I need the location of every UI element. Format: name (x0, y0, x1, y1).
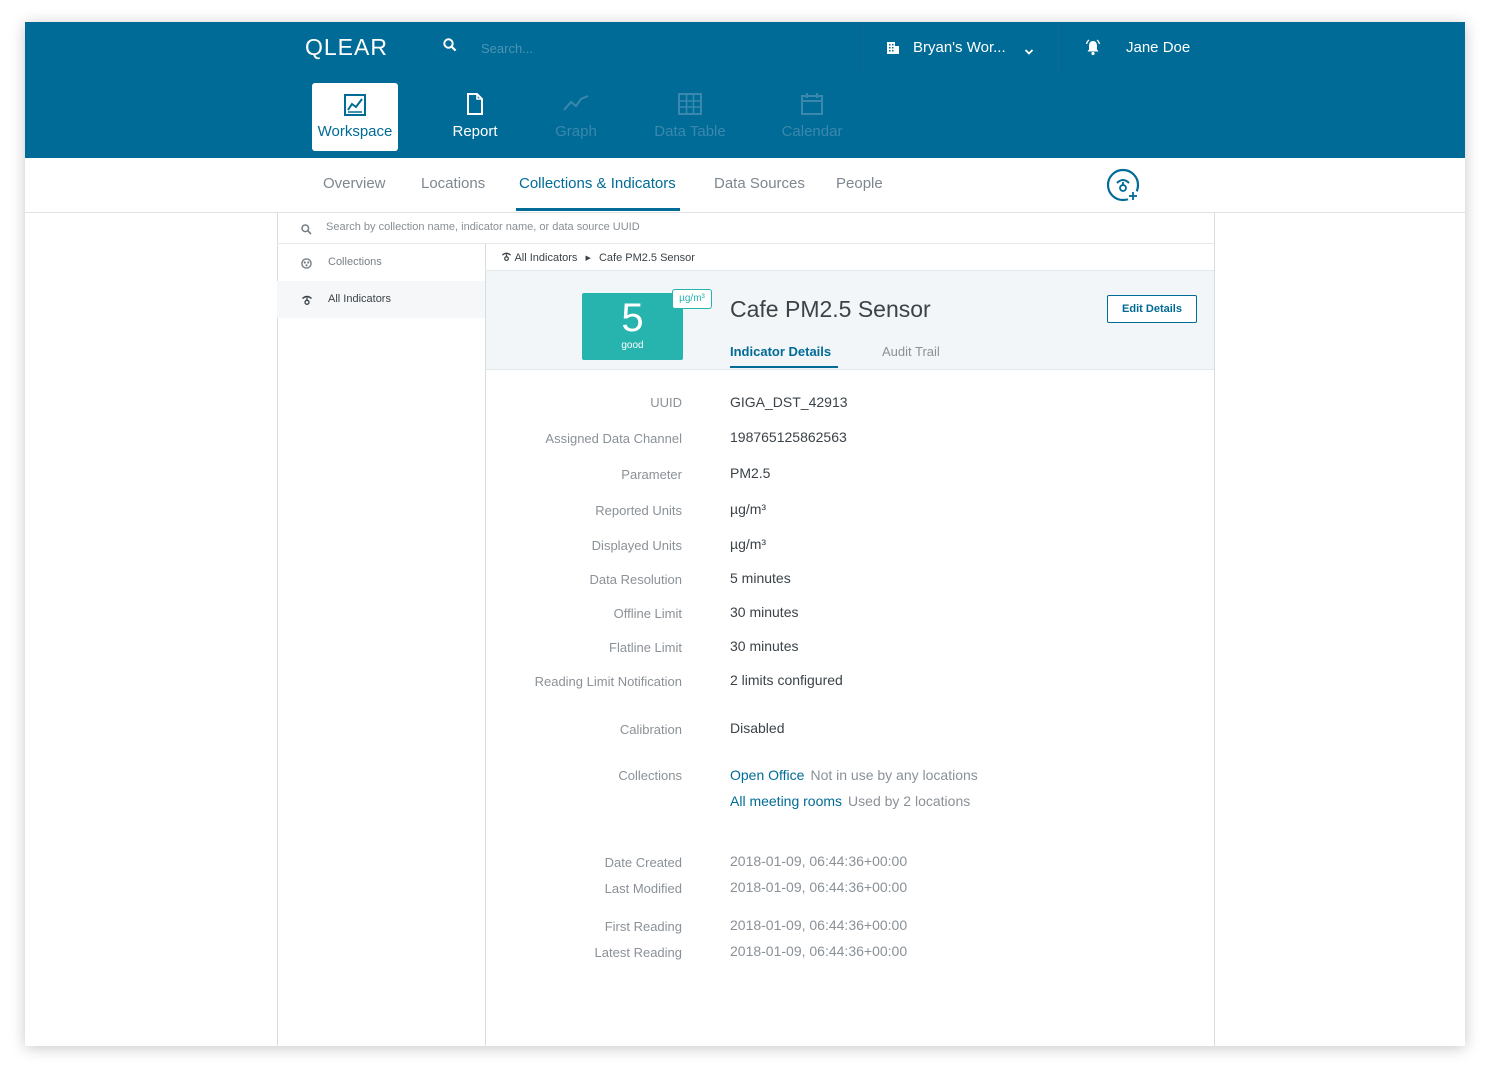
uuid-label: UUID (650, 395, 682, 410)
nav-graph-label: Graph (555, 123, 597, 140)
global-search-input[interactable]: Search... (481, 41, 533, 56)
data-table-icon (647, 93, 733, 117)
chevron-down-icon (1024, 43, 1034, 61)
nav-graph[interactable]: Graph (533, 83, 619, 151)
tab-collections-indicators[interactable]: Collections & Indicators (519, 175, 676, 192)
sidebar-item-label: All Indicators (328, 293, 391, 305)
sidebar-item-collections[interactable]: Collections (277, 244, 485, 281)
sidebar-item-label: Collections (328, 256, 382, 268)
calibration-value: Disabled (730, 720, 785, 736)
calibration-label: Calibration (619, 722, 682, 737)
parameter-label: Parameter (621, 467, 682, 482)
active-tab-underline (516, 208, 680, 211)
last-modified-label: Last Modified (604, 881, 682, 896)
tab-audit-trail[interactable]: Audit Trail (882, 344, 940, 359)
resolution-label: Data Resolution (589, 572, 683, 587)
sidebar-item-all-indicators[interactable]: All Indicators (277, 281, 485, 318)
channel-label: Assigned Data Channel (545, 431, 682, 446)
nav-workspace[interactable]: Workspace (312, 83, 398, 151)
page-title: Cafe PM2.5 Sensor (730, 296, 931, 322)
reading-limit-value: 2 limits configured (730, 672, 843, 688)
uuid-value: GIGA_DST_42913 (730, 394, 848, 410)
search-icon (301, 222, 312, 240)
collections-icon (301, 256, 312, 274)
indicator-status: good (621, 340, 644, 351)
content-border-right (1214, 212, 1215, 1046)
top-bar: QLEAR Search... Bryan's Wor... Jane Doe … (25, 22, 1465, 158)
indicator-value-tile: 5 good (582, 293, 683, 360)
workspace-icon (312, 93, 398, 117)
channel-value: 198765125862563 (730, 429, 847, 445)
app-window: QLEAR Search... Bryan's Wor... Jane Doe … (25, 22, 1465, 1046)
last-modified-value: 2018-01-09, 06:44:36+00:00 (730, 879, 908, 895)
tab-locations[interactable]: Locations (421, 175, 485, 192)
nav-calendar-label: Calendar (781, 123, 843, 140)
flatline-limit-value: 30 minutes (730, 638, 799, 654)
nav-report-label: Report (452, 123, 498, 140)
nav-data-table-label: Data Table (654, 123, 726, 140)
latest-reading-label: Latest Reading (594, 945, 682, 960)
nav-workspace-label: Workspace (317, 123, 393, 140)
first-reading-value: 2018-01-09, 06:44:36+00:00 (730, 917, 908, 933)
date-created-value: 2018-01-09, 06:44:36+00:00 (730, 853, 908, 869)
date-created-label: Date Created (604, 855, 682, 870)
content-search-input[interactable]: Search by collection name, indicator nam… (326, 221, 640, 233)
collection-link[interactable]: All meeting rooms (730, 793, 842, 809)
notification-bell-icon[interactable] (1085, 39, 1101, 61)
offline-limit-label: Offline Limit (613, 606, 682, 621)
reported-units-label: Reported Units (595, 503, 682, 518)
tab-people[interactable]: People (836, 175, 883, 192)
breadcrumb-current: Cafe PM2.5 Sensor (598, 252, 695, 264)
graph-icon (533, 93, 619, 117)
edit-details-button[interactable]: Edit Details (1107, 295, 1197, 323)
breadcrumb-caret-icon: ▶ (585, 255, 591, 262)
indicator-icon (301, 293, 313, 311)
first-reading-label: First Reading (604, 919, 682, 934)
indicator-value: 5 (621, 296, 644, 340)
displayed-units-label: Displayed Units (591, 538, 682, 553)
collection-link[interactable]: Open Office (730, 767, 804, 783)
content-search-bar[interactable]: Search by collection name, indicator nam… (277, 212, 1214, 244)
nav-report[interactable]: Report (432, 83, 518, 151)
workspace-name: Bryan's Wor... (913, 39, 1006, 56)
collection-item: Open Office Not in use by any locations (730, 767, 978, 783)
tab-data-sources[interactable]: Data Sources (714, 175, 805, 192)
calendar-icon (769, 93, 855, 117)
resolution-value: 5 minutes (730, 570, 791, 586)
active-tab-underline (730, 366, 838, 368)
unit-badge: µg/m³ (672, 289, 712, 309)
collection-item: All meeting rooms Used by 2 locations (730, 793, 970, 809)
breadcrumb-root[interactable]: All Indicators (514, 252, 577, 264)
displayed-units-value: µg/m³ (730, 536, 767, 552)
tab-overview[interactable]: Overview (323, 175, 386, 192)
indicator-icon (501, 252, 512, 262)
report-icon (432, 93, 518, 117)
collection-note: Not in use by any locations (810, 767, 978, 783)
offline-limit-value: 30 minutes (730, 604, 799, 620)
reading-limit-label: Reading Limit Notification (534, 674, 682, 689)
reported-units-value: µg/m³ (730, 501, 767, 517)
breadcrumb: All Indicators ▶ Cafe PM2.5 Sensor (501, 251, 695, 264)
parameter-value: PM2.5 (730, 465, 771, 481)
sub-navigation: Overview Locations Collections & Indicat… (25, 158, 1465, 213)
workspace-selector[interactable]: Bryan's Wor... (860, 22, 1062, 74)
nav-data-table[interactable]: Data Table (647, 83, 733, 151)
nav-calendar[interactable]: Calendar (769, 83, 855, 151)
content-border-left (277, 212, 278, 1046)
tab-indicator-details[interactable]: Indicator Details (730, 344, 831, 359)
collection-note: Used by 2 locations (848, 793, 971, 809)
flatline-limit-label: Flatline Limit (609, 640, 682, 655)
building-icon (886, 41, 900, 60)
search-icon[interactable] (443, 38, 457, 57)
latest-reading-value: 2018-01-09, 06:44:36+00:00 (730, 943, 908, 959)
collections-label: Collections (618, 768, 682, 783)
user-menu[interactable]: Jane Doe (1126, 39, 1190, 56)
app-logo[interactable]: QLEAR (305, 34, 388, 61)
add-indicator-icon[interactable] (1106, 168, 1142, 209)
